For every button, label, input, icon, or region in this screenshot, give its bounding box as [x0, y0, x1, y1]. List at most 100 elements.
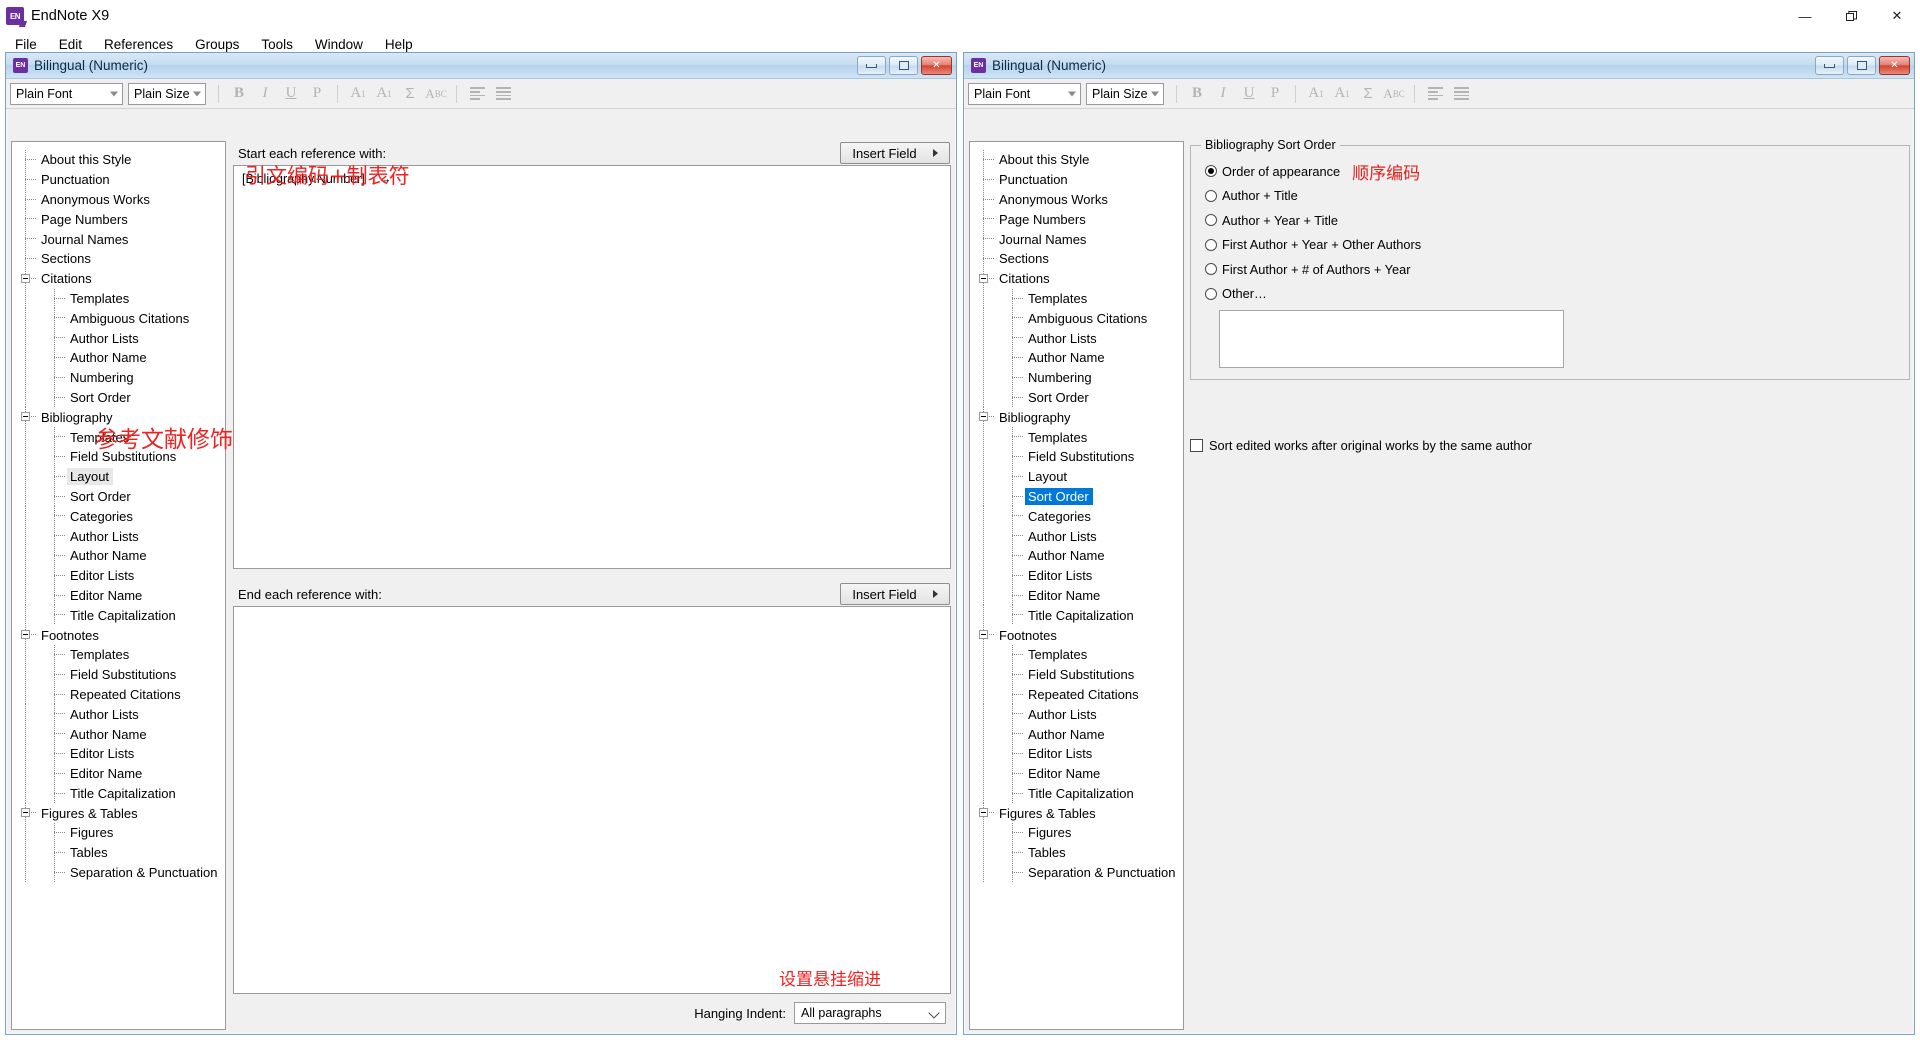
- radio-option-2[interactable]: Author + Year + Title: [1205, 208, 1909, 233]
- tree-item-sort-order[interactable]: Sort Order: [970, 387, 1183, 408]
- tree-item-sections[interactable]: Sections: [12, 248, 225, 269]
- tree-collapse-icon[interactable]: [21, 808, 30, 818]
- tree-item-editor-lists[interactable]: Editor Lists: [12, 743, 225, 764]
- tree-item-editor-name[interactable]: Editor Name: [970, 585, 1183, 606]
- font-select[interactable]: Plain Font: [10, 82, 123, 105]
- tree-item-punctuation[interactable]: Punctuation: [12, 169, 225, 190]
- radio-button[interactable]: [1205, 263, 1217, 276]
- tree-item-journal-names[interactable]: Journal Names: [12, 229, 225, 249]
- underline-button[interactable]: U: [1236, 82, 1262, 106]
- sigma-button[interactable]: Σ: [397, 82, 423, 106]
- tree-item-sort-order[interactable]: Sort Order: [12, 387, 225, 408]
- tree-item-author-lists[interactable]: Author Lists: [970, 328, 1183, 348]
- sort-edited-works-checkbox[interactable]: [1190, 439, 1203, 452]
- tree-item-sort-order[interactable]: Sort Order: [970, 486, 1183, 507]
- left-window-titlebar[interactable]: EN Bilingual (Numeric) ✕: [6, 53, 956, 79]
- minimize-button[interactable]: [857, 56, 886, 75]
- tree-item-ambiguous-citations[interactable]: Ambiguous Citations: [970, 308, 1183, 329]
- tree-item-editor-lists[interactable]: Editor Lists: [970, 743, 1183, 764]
- plain-button[interactable]: P: [1262, 82, 1288, 106]
- tree-collapse-icon[interactable]: [21, 412, 30, 422]
- tree-item-numbering[interactable]: Numbering: [970, 367, 1183, 388]
- font-select[interactable]: Plain Font: [968, 82, 1081, 105]
- tree-item-tables[interactable]: Tables: [970, 842, 1183, 863]
- radio-option-1[interactable]: Author + Title: [1205, 184, 1909, 209]
- tree-item-field-substitutions[interactable]: Field Substitutions: [970, 664, 1183, 685]
- tree-item-field-substitutions[interactable]: Field Substitutions: [970, 446, 1183, 467]
- tree-item-tables[interactable]: Tables: [12, 842, 225, 863]
- underline-button[interactable]: U: [278, 82, 304, 106]
- tree-collapse-icon[interactable]: [21, 630, 30, 640]
- tree-item-page-numbers[interactable]: Page Numbers: [970, 209, 1183, 230]
- tree-item-editor-name[interactable]: Editor Name: [12, 585, 225, 606]
- tree-item-journal-names[interactable]: Journal Names: [970, 229, 1183, 249]
- tree-item-anonymous-works[interactable]: Anonymous Works: [970, 189, 1183, 210]
- superscript-button[interactable]: A1: [1303, 82, 1329, 106]
- start-reference-editor[interactable]: [Bibliography.Number] →: [233, 165, 951, 569]
- tree-item-author-name[interactable]: Author Name: [970, 724, 1183, 744]
- maximize-button[interactable]: [1847, 56, 1876, 75]
- tree-item-footnotes[interactable]: Footnotes: [970, 625, 1183, 645]
- plain-button[interactable]: P: [304, 82, 330, 106]
- radio-option-0[interactable]: Order of appearance 顺序编码: [1205, 159, 1909, 184]
- radio-button[interactable]: [1205, 165, 1217, 178]
- restore-icon[interactable]: [1828, 0, 1874, 32]
- tree-collapse-icon[interactable]: [979, 808, 988, 818]
- end-reference-editor[interactable]: [233, 606, 951, 994]
- right-window-titlebar[interactable]: EN Bilingual (Numeric) ✕: [964, 53, 1914, 79]
- tree-item-anonymous-works[interactable]: Anonymous Works: [12, 189, 225, 210]
- radio-option-5[interactable]: Other…: [1205, 282, 1909, 307]
- tree-item-bibliography[interactable]: Bibliography: [12, 407, 225, 428]
- tree-item-bibliography[interactable]: Bibliography: [970, 407, 1183, 428]
- size-select[interactable]: Plain Size: [128, 82, 206, 105]
- radio-button[interactable]: [1205, 238, 1217, 251]
- tree-item-punctuation[interactable]: Punctuation: [970, 169, 1183, 190]
- tree-collapse-icon[interactable]: [979, 273, 988, 283]
- tree-item-categories[interactable]: Categories: [970, 506, 1183, 527]
- tree-item-ambiguous-citations[interactable]: Ambiguous Citations: [12, 308, 225, 329]
- tree-item-sort-order[interactable]: Sort Order: [12, 486, 225, 507]
- tree-item-categories[interactable]: Categories: [12, 506, 225, 527]
- hanging-indent-select[interactable]: All paragraphs: [794, 1002, 946, 1024]
- tree-item-templates[interactable]: Templates: [970, 427, 1183, 447]
- tree-item-title-capitalization[interactable]: Title Capitalization: [970, 605, 1183, 626]
- italic-button[interactable]: I: [252, 82, 278, 106]
- tree-collapse-icon[interactable]: [21, 273, 30, 283]
- bold-button[interactable]: B: [226, 82, 252, 106]
- tree-item-numbering[interactable]: Numbering: [12, 367, 225, 388]
- close-icon[interactable]: ✕: [1874, 0, 1920, 32]
- tree-item-templates[interactable]: Templates: [970, 644, 1183, 665]
- align-left-button[interactable]: [1422, 82, 1448, 106]
- maximize-button[interactable]: [889, 56, 918, 75]
- subscript-button[interactable]: A1: [1329, 82, 1355, 106]
- tree-item-footnotes[interactable]: Footnotes: [12, 625, 225, 645]
- left-style-tree[interactable]: About this Style Punctuation Anonymous Wor…: [11, 141, 226, 1030]
- close-button[interactable]: ✕: [921, 56, 952, 75]
- tree-item-templates[interactable]: Templates: [970, 288, 1183, 309]
- align-left-button[interactable]: [464, 82, 490, 106]
- tree-item-separation-punctuation[interactable]: Separation & Punctuation: [970, 862, 1183, 883]
- tree-item-author-lists[interactable]: Author Lists: [970, 526, 1183, 546]
- size-select[interactable]: Plain Size: [1086, 82, 1164, 105]
- tree-item-author-name[interactable]: Author Name: [970, 545, 1183, 566]
- app-window-controls[interactable]: — ✕: [1782, 0, 1920, 32]
- left-window-controls[interactable]: ✕: [857, 56, 952, 75]
- tree-item-author-lists[interactable]: Author Lists: [12, 328, 225, 348]
- tree-item-page-numbers[interactable]: Page Numbers: [12, 209, 225, 230]
- tree-item-repeated-citations[interactable]: Repeated Citations: [12, 684, 225, 705]
- tree-item-field-substitutions[interactable]: Field Substitutions: [12, 446, 225, 467]
- tree-item-figures[interactable]: Figures: [12, 823, 225, 843]
- tree-item-figures[interactable]: Figures: [970, 823, 1183, 843]
- subscript-button[interactable]: A1: [371, 82, 397, 106]
- tree-item-layout[interactable]: Layout: [970, 466, 1183, 487]
- tree-item-author-lists[interactable]: Author Lists: [12, 526, 225, 546]
- right-window-controls[interactable]: ✕: [1815, 56, 1910, 75]
- bold-button[interactable]: B: [1184, 82, 1210, 106]
- tree-item-about-this-style[interactable]: About this Style: [12, 150, 225, 170]
- tree-collapse-icon[interactable]: [979, 412, 988, 422]
- superscript-button[interactable]: A1: [345, 82, 371, 106]
- tree-item-templates[interactable]: Templates: [12, 427, 225, 447]
- tree-item-repeated-citations[interactable]: Repeated Citations: [970, 684, 1183, 705]
- sigma-button[interactable]: Σ: [1355, 82, 1381, 106]
- tree-item-editor-name[interactable]: Editor Name: [12, 763, 225, 784]
